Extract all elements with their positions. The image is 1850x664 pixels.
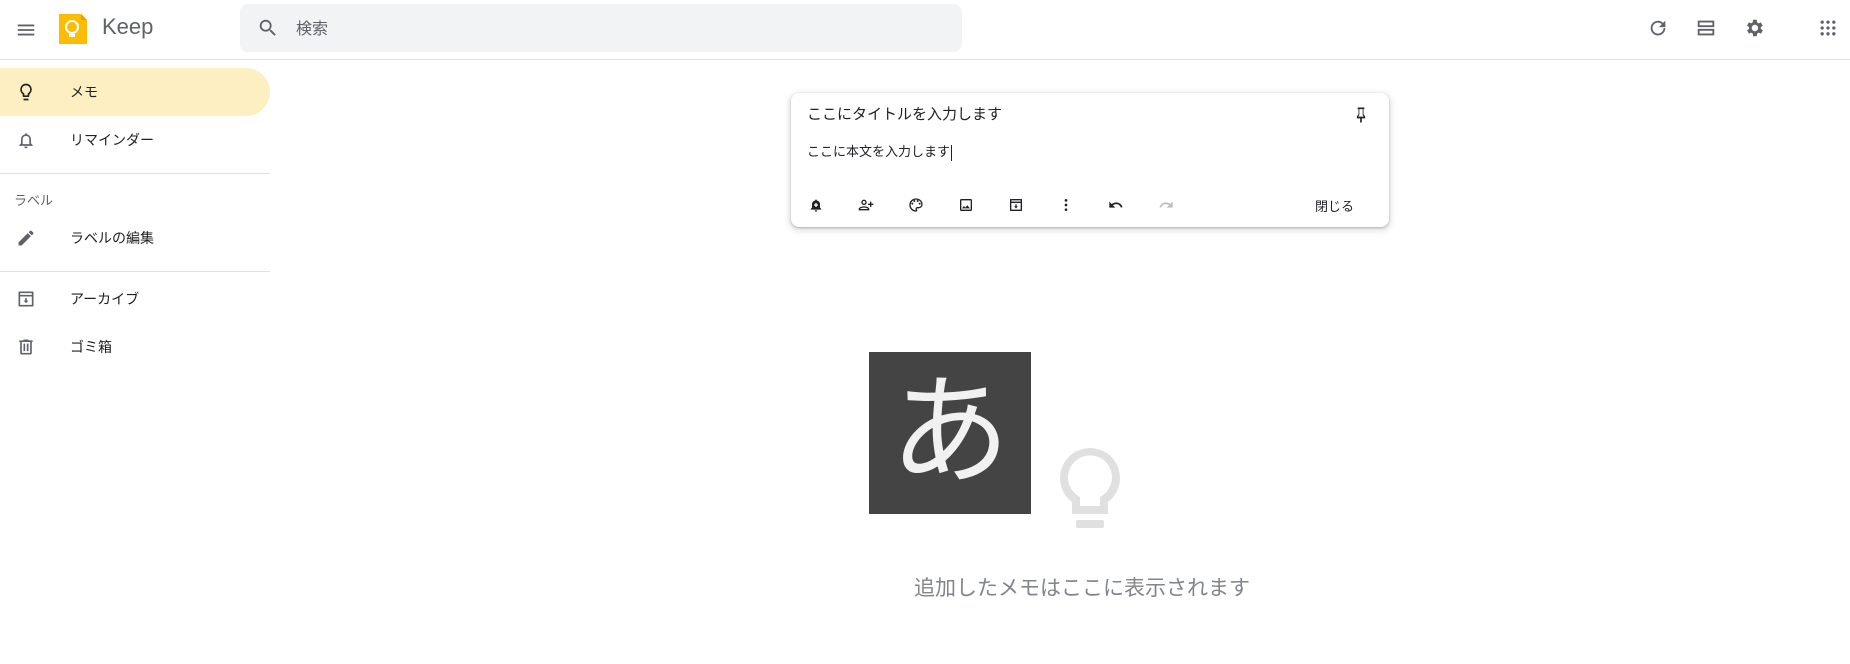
pin-icon	[1356, 107, 1366, 123]
sidebar: メモ リマインダー ラベル ラベルの編集 アーカイブ ゴミ箱	[0, 61, 270, 371]
sidebar-item-label: メモ	[70, 85, 98, 101]
sidebar-item-reminders[interactable]: リマインダー	[0, 116, 270, 164]
sidebar-item-label: アーカイブ	[70, 292, 140, 308]
undo-icon	[1109, 201, 1123, 208]
archive-note-button[interactable]	[999, 189, 1033, 221]
undo-button[interactable]	[1099, 189, 1133, 221]
main-menu-button[interactable]	[10, 10, 42, 50]
more-vert-icon	[1064, 199, 1068, 211]
sidebar-item-archive[interactable]: アーカイブ	[0, 275, 270, 323]
nav-icon-wrap	[0, 228, 52, 248]
refresh-icon	[1650, 20, 1666, 36]
menu-icon	[17, 24, 35, 36]
archive-icon	[1010, 199, 1022, 211]
nav-icon-wrap	[0, 289, 52, 309]
lightbulb-icon	[20, 83, 32, 101]
list-view-icon	[1697, 20, 1715, 36]
pencil-icon	[18, 230, 34, 246]
lightbulb-icon	[1060, 448, 1120, 528]
close-note-button[interactable]: 閉じる	[1299, 191, 1370, 219]
empty-notes-placeholder: あ 追加したメモはここに表示されます	[0, 350, 1850, 610]
palette-icon	[909, 198, 923, 212]
redo-button[interactable]	[1149, 189, 1183, 221]
sidebar-item-label: リマインダー	[70, 133, 154, 149]
list-view-button[interactable]	[1686, 8, 1726, 48]
search-input[interactable]	[296, 18, 916, 38]
labels-section-heading: ラベル	[14, 193, 54, 209]
background-options-button[interactable]	[899, 189, 933, 221]
bell-plus-icon	[810, 199, 822, 212]
note-title-input[interactable]: ここにタイトルを入力します	[807, 103, 1002, 124]
search-bar[interactable]	[240, 4, 962, 52]
top-app-bar: Keep	[0, 0, 1850, 60]
empty-message: 追加したメモはここに表示されます	[914, 576, 1250, 600]
archive-icon	[18, 291, 34, 307]
apps-grid-icon	[1820, 20, 1836, 36]
gear-icon	[1747, 19, 1763, 37]
remind-me-button[interactable]	[799, 189, 833, 221]
refresh-button[interactable]	[1638, 8, 1678, 48]
bell-icon	[19, 133, 33, 149]
ime-indicator: あ	[869, 352, 1031, 514]
note-editor: ここにタイトルを入力します ここに本文を入力します 閉じる	[791, 93, 1389, 227]
note-body-input[interactable]: ここに本文を入力します	[807, 141, 953, 161]
redo-icon	[1159, 201, 1173, 208]
app-title[interactable]: Keep	[102, 14, 153, 40]
pin-button[interactable]	[1345, 99, 1377, 131]
keep-logo[interactable]	[57, 12, 89, 46]
collaborator-button[interactable]	[849, 189, 883, 221]
settings-button[interactable]	[1734, 8, 1774, 48]
note-body-text: ここに本文を入力します	[807, 145, 951, 160]
sidebar-item-notes[interactable]: メモ	[0, 68, 270, 116]
keep-logo-icon	[59, 14, 87, 44]
note-toolbar	[799, 189, 1199, 221]
apps-button[interactable]	[1808, 8, 1848, 48]
text-caret	[951, 144, 953, 161]
more-options-button[interactable]	[1049, 189, 1083, 221]
add-image-button[interactable]	[949, 189, 983, 221]
nav-icon-wrap	[0, 81, 52, 103]
search-button[interactable]	[240, 4, 296, 52]
nav-icon-wrap	[0, 129, 52, 151]
sidebar-item-label: ラベルの編集	[70, 231, 154, 247]
add-person-icon	[858, 199, 874, 211]
image-icon	[960, 199, 972, 211]
search-icon	[259, 19, 276, 36]
sidebar-item-edit-labels[interactable]: ラベルの編集	[0, 214, 270, 262]
